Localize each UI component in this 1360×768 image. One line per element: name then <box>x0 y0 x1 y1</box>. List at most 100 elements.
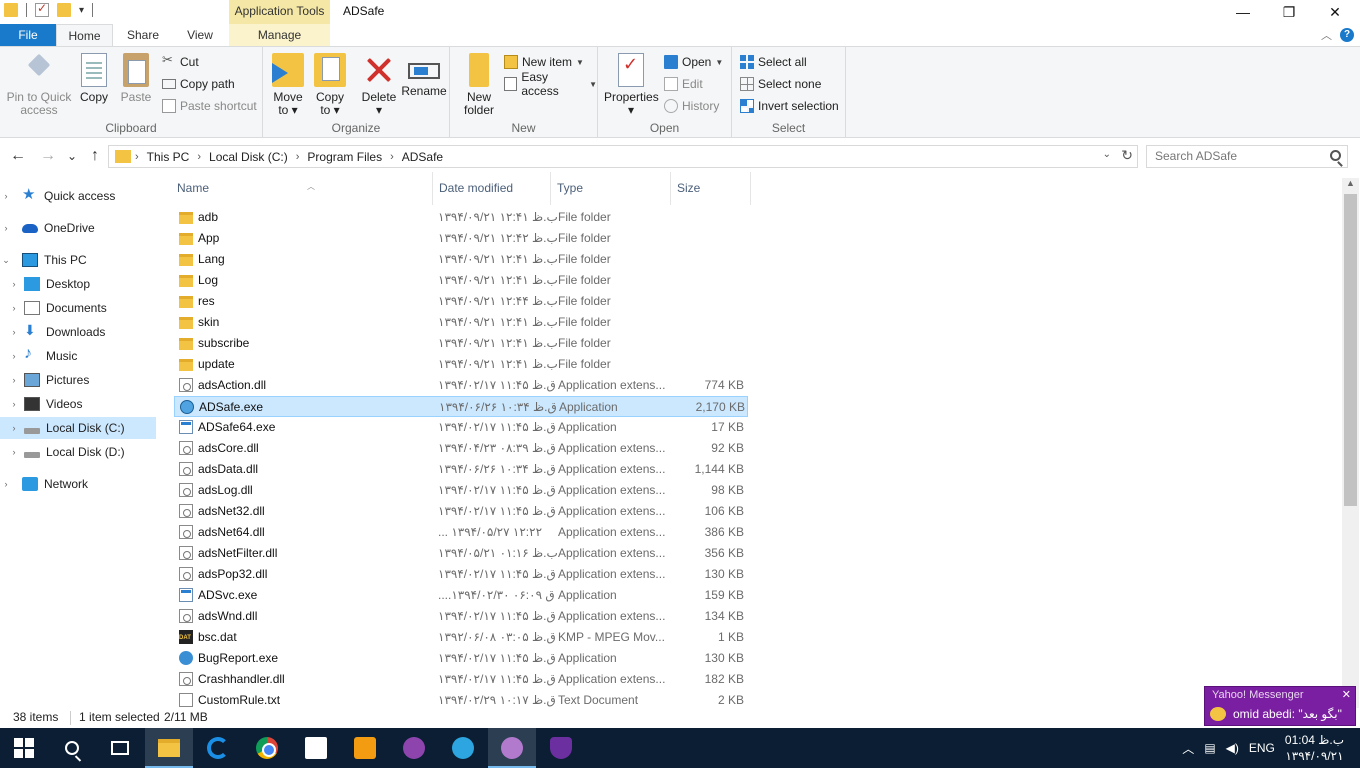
file-row-bugreport-exe[interactable]: BugReport.exe ۱۳۹۴/۰۲/۱۷ ق.ظ ۱۱:۴۵ Applica… <box>174 648 748 669</box>
help-icon[interactable]: ? <box>1340 28 1354 42</box>
nav-item-network[interactable]: › Network <box>0 473 156 495</box>
taskbar-media-player[interactable] <box>341 728 389 768</box>
column-header-size[interactable]: Size <box>671 172 751 205</box>
new-folder-icon[interactable] <box>57 3 71 17</box>
nav-item-local-disk-c[interactable]: › Local Disk (C:) <box>0 417 156 439</box>
pin-to-quick-access-button[interactable]: Pin to Quick access <box>6 53 72 117</box>
taskbar-adsafe[interactable] <box>537 728 585 768</box>
copy-to-button[interactable]: Copy to ▾ <box>313 53 347 117</box>
clock[interactable]: ب.ظ 01:04 ۱۳۹۴/۰۹/۲۱ <box>1285 732 1344 764</box>
easy-access-button[interactable]: Easy access ▼ <box>504 70 597 98</box>
properties-icon[interactable] <box>35 1 49 17</box>
file-row-adsafe64-exe[interactable]: ADSafe64.exe ۱۳۹۴/۰۲/۱۷ ق.ظ ۱۱:۴۵ Applicat… <box>174 417 748 438</box>
select-all-button[interactable]: Select all <box>740 52 807 72</box>
nav-item-videos[interactable]: › Videos <box>8 393 156 415</box>
breadcrumb-this-pc[interactable]: This PC <box>147 150 190 164</box>
file-row-res[interactable]: res ۱۳۹۴/۰۹/۲۱ ب.ظ ۱۲:۴۴ File folder <box>174 291 748 312</box>
paste-shortcut-button[interactable]: Paste shortcut <box>162 96 257 116</box>
nav-item-desktop[interactable]: › Desktop <box>8 273 156 295</box>
scroll-up-icon[interactable]: ▲ <box>1342 178 1359 192</box>
nav-item-local-disk-d[interactable]: › Local Disk (D:) <box>8 441 156 463</box>
file-row-adb[interactable]: adb ۱۳۹۴/۰۹/۲۱ ب.ظ ۱۲:۴۱ File folder <box>174 207 748 228</box>
file-row-adswnd-dll[interactable]: adsWnd.dll ۱۳۹۴/۰۲/۱۷ ق.ظ ۱۱:۴۵ Applicatio… <box>174 606 748 627</box>
chevron-right-icon[interactable]: › <box>0 479 12 489</box>
file-row-lang[interactable]: Lang ۱۳۹۴/۰۹/۲۱ ب.ظ ۱۲:۴۱ File folder <box>174 249 748 270</box>
file-row-adsaction-dll[interactable]: adsAction.dll ۱۳۹۴/۰۲/۱۷ ق.ظ ۱۱:۴۵ Applica… <box>174 375 748 396</box>
file-row-app[interactable]: App ۱۳۹۴/۰۹/۲۱ ب.ظ ۱۲:۴۲ File folder <box>174 228 748 249</box>
nav-item-downloads[interactable]: › Downloads <box>8 321 156 343</box>
vertical-scrollbar[interactable]: ▲ <box>1342 178 1359 708</box>
nav-item-pictures[interactable]: › Pictures <box>8 369 156 391</box>
forward-button[interactable]: → <box>38 146 58 166</box>
nav-item-onedrive[interactable]: › OneDrive <box>0 217 156 239</box>
breadcrumb-program-files[interactable]: Program Files <box>307 150 382 164</box>
recent-locations-button[interactable]: ⌄ <box>62 146 82 166</box>
delete-button[interactable]: Delete ▾ <box>359 53 399 117</box>
action-center-icon[interactable]: ▤ <box>1204 741 1215 755</box>
column-header-date[interactable]: Date modified <box>433 172 551 205</box>
nav-item-this-pc[interactable]: ⌄ This PC <box>0 249 156 271</box>
taskbar-yahoo-messenger-active[interactable] <box>488 728 536 768</box>
cut-button[interactable]: Cut <box>162 52 199 72</box>
edit-button[interactable]: Edit <box>664 74 703 94</box>
chevron-right-icon[interactable]: › <box>8 423 20 433</box>
nav-item-music[interactable]: › Music <box>8 345 156 367</box>
chevron-right-icon[interactable]: › <box>8 375 20 385</box>
file-row-adsnet32-dll[interactable]: adsNet32.dll ۱۳۹۴/۰۲/۱۷ ق.ظ ۱۱:۴۵ Applicat… <box>174 501 748 522</box>
file-row-subscribe[interactable]: subscribe ۱۳۹۴/۰۹/۲۱ ب.ظ ۱۲:۴۱ File folder <box>174 333 748 354</box>
tab-share[interactable]: Share <box>113 24 173 46</box>
chevron-right-icon[interactable]: › <box>8 279 20 289</box>
tab-view[interactable]: View <box>173 24 227 46</box>
column-header-type[interactable]: Type <box>551 172 671 205</box>
file-row-log[interactable]: Log ۱۳۹۴/۰۹/۲۱ ب.ظ ۱۲:۴۱ File folder <box>174 270 748 291</box>
column-header-name[interactable]: Name ︿ <box>171 172 433 205</box>
rename-button[interactable]: Rename <box>401 53 447 98</box>
volume-icon[interactable]: ◀) <box>1226 741 1239 755</box>
file-row-adsvc-exe[interactable]: ADSvc.exe ....۱۳۹۴/۰۲/۳۰ ق ۰۶:۰۹ Applicati… <box>174 585 748 606</box>
chevron-down-icon[interactable]: ⌄ <box>0 255 12 266</box>
chevron-right-icon[interactable]: › <box>8 327 20 337</box>
invert-selection-button[interactable]: Invert selection <box>740 96 839 116</box>
tab-home[interactable]: Home <box>56 24 113 46</box>
language-indicator[interactable]: ENG <box>1249 741 1275 755</box>
maximize-button[interactable]: ❐ <box>1266 0 1312 24</box>
nav-item-quick-access[interactable]: › Quick access <box>0 185 156 207</box>
file-row-adspop32-dll[interactable]: adsPop32.dll ۱۳۹۴/۰۲/۱۷ ق.ظ ۱۱:۴۵ Applicat… <box>174 564 748 585</box>
move-to-button[interactable]: Move to ▾ <box>271 53 305 117</box>
paste-button[interactable]: Paste <box>118 53 154 104</box>
new-item-button[interactable]: New item ▼ <box>504 52 584 72</box>
taskbar-edge[interactable] <box>194 728 242 768</box>
minimize-button[interactable]: — <box>1220 0 1266 24</box>
copy-path-button[interactable]: Copy path <box>162 74 235 94</box>
yahoo-messenger-notification[interactable]: Yahoo! Messenger ✕ omid abedi: "بگو بعد" <box>1204 686 1356 726</box>
open-button[interactable]: Open ▼ <box>664 52 723 72</box>
chevron-right-icon[interactable]: › <box>8 399 20 409</box>
chevron-right-icon[interactable]: › <box>0 191 12 201</box>
taskbar-telegram[interactable] <box>439 728 487 768</box>
tab-manage[interactable]: Manage <box>229 24 330 46</box>
search-icon[interactable] <box>1330 150 1341 161</box>
nav-item-documents[interactable]: › Documents <box>8 297 156 319</box>
task-view-button[interactable] <box>96 728 144 768</box>
start-button[interactable] <box>0 728 48 768</box>
file-row-crashhandler-dll[interactable]: Crashhandler.dll ۱۳۹۴/۰۲/۱۷ ق.ظ ۱۱:۴۵ Appl… <box>174 669 748 690</box>
chevron-right-icon[interactable]: › <box>8 303 20 313</box>
taskbar-yahoo-messenger[interactable] <box>390 728 438 768</box>
new-folder-button[interactable]: New folder <box>460 53 498 117</box>
tab-file[interactable]: File <box>0 24 56 46</box>
history-button[interactable]: History <box>664 96 719 116</box>
file-row-skin[interactable]: skin ۱۳۹۴/۰۹/۲۱ ب.ظ ۱۲:۴۱ File folder <box>174 312 748 333</box>
back-button[interactable]: ← <box>8 146 28 166</box>
chevron-right-icon[interactable]: › <box>8 351 20 361</box>
properties-button[interactable]: Properties ▾ <box>604 53 659 117</box>
taskbar-chrome[interactable] <box>243 728 291 768</box>
file-row-adsnetfilter-dll[interactable]: adsNetFilter.dll ۱۳۹۴/۰۵/۲۱ ب.ظ ۰۱:۱۶ Appl… <box>174 543 748 564</box>
search-button[interactable] <box>48 728 96 768</box>
search-input[interactable]: Search ADSafe <box>1146 145 1348 168</box>
collapse-ribbon-icon[interactable]: ︿ <box>1321 27 1332 43</box>
select-none-button[interactable]: Select none <box>740 74 821 94</box>
taskbar-file-explorer[interactable] <box>145 728 193 768</box>
breadcrumb-local-disk[interactable]: Local Disk (C:) <box>209 150 288 164</box>
refresh-icon[interactable]: ↻ <box>1121 147 1133 164</box>
file-row-adsnet64-dll[interactable]: adsNet64.dll ... ۱۳۹۴/۰۵/۲۷ ۱۲:۲۲ Applicat… <box>174 522 748 543</box>
